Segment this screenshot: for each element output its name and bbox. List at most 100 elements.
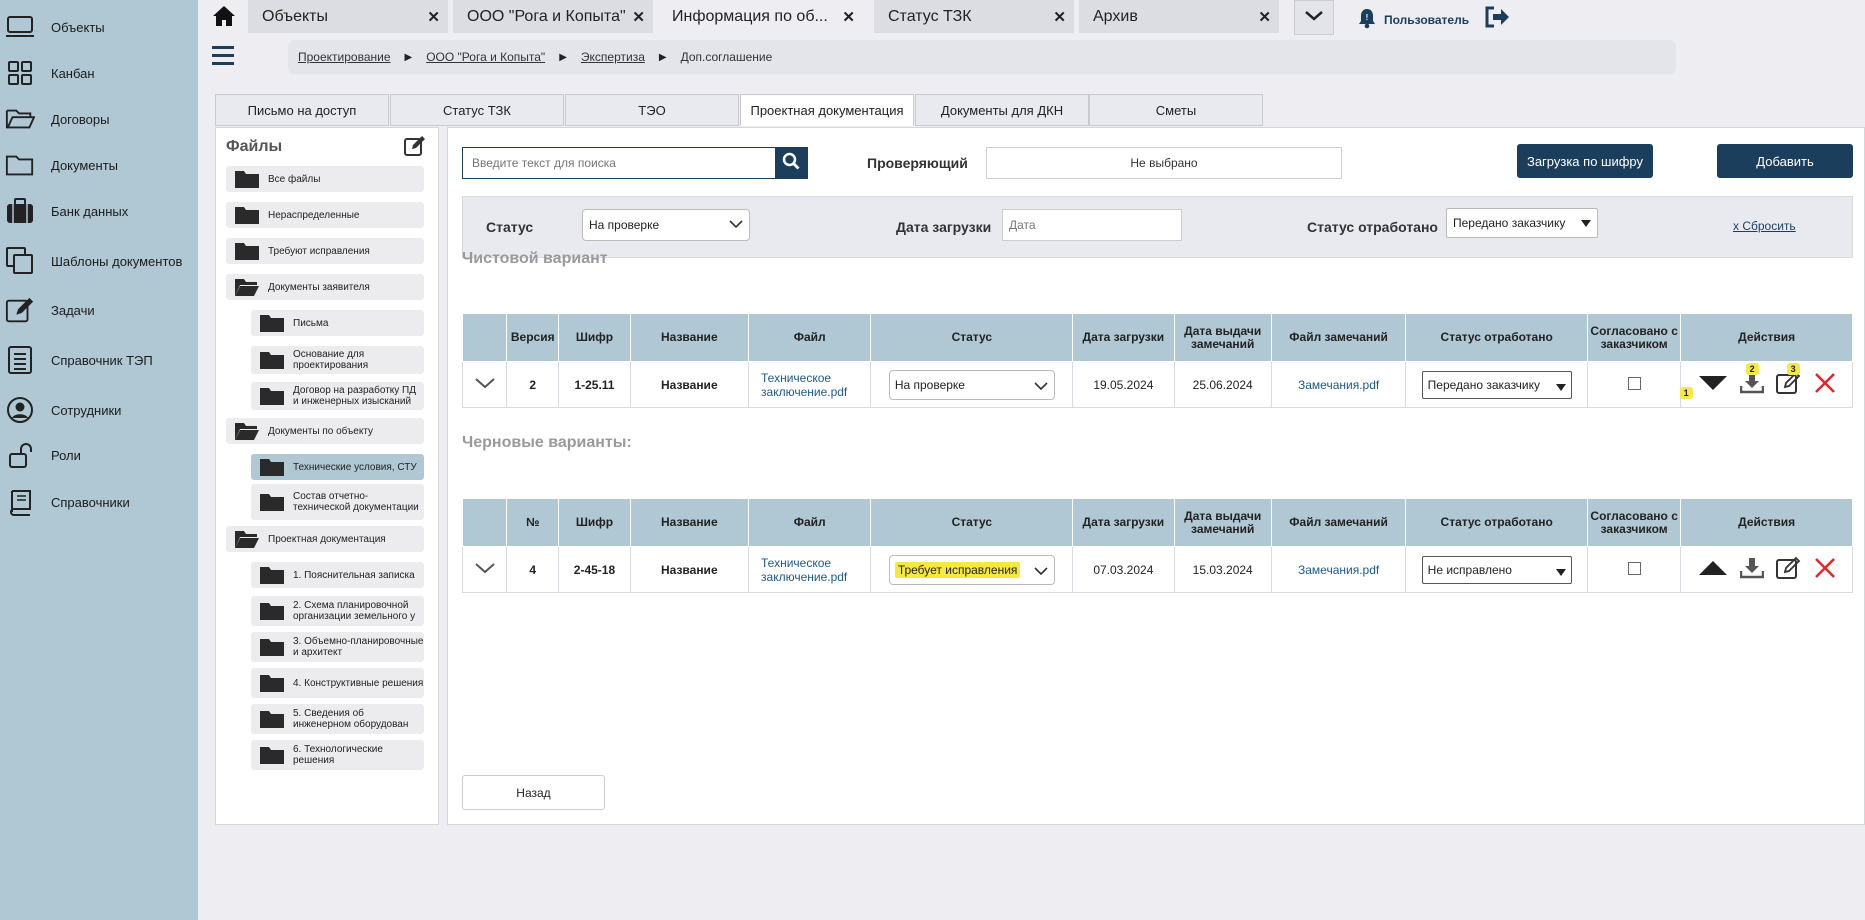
delete-icon[interactable] [1814,372,1836,397]
column-header: Дата загрузки [1072,498,1175,547]
tab-project-docs[interactable]: Проектная документация [740,94,914,126]
folder-item[interactable]: 6. Технологические решения [251,740,424,770]
reviewer-select[interactable]: Не выбрано [986,147,1342,179]
column-header: Шифр [558,313,631,362]
home-icon[interactable] [212,5,236,29]
collapse-up-icon[interactable] [1698,560,1728,579]
tab-tzk-status[interactable]: Статус ТЗК ✕ [874,0,1074,33]
folder-open-icon [5,104,35,134]
edit-icon[interactable] [1775,556,1802,583]
customer-approved-checkbox[interactable] [1627,561,1641,575]
edit-icon[interactable] [404,135,428,162]
worked-filter-select[interactable]: Передано заказчику [1446,208,1598,238]
sidebar-item-tep[interactable]: Справочник ТЭП [0,337,198,383]
name-cell: Название [629,361,750,408]
folder-item[interactable]: 5. Сведения об инженерном оборудован [251,704,424,734]
folder-item[interactable]: 4. Конструктивные решения [251,668,424,698]
close-icon[interactable]: ✕ [632,8,645,26]
folder-label: Договор на разработку ПД и инженерных из… [293,385,416,407]
folder-item[interactable]: 1. Пояснительная записка [251,562,424,588]
folder-item[interactable]: Договор на разработку ПД и инженерных из… [251,382,424,410]
close-icon[interactable]: ✕ [427,8,440,26]
close-icon[interactable]: ✕ [842,8,855,26]
tabs-more-button[interactable] [1294,0,1334,35]
breadcrumb-item[interactable]: Проектирование [298,50,391,64]
folder-label: Все файлы [268,173,321,185]
tab-teo[interactable]: ТЭО [565,94,739,126]
status-select[interactable]: Требует исправления [888,554,1055,585]
sidebar-item-tasks[interactable]: Задачи [0,287,198,333]
folder-label: Проектная документация [268,533,386,545]
folder-item[interactable]: Основание для проектирования [251,346,424,374]
upload-by-code-button[interactable]: Загрузка по шифру [1517,144,1653,178]
sidebar-item-employees[interactable]: Сотрудники [0,387,198,433]
collapse-down-icon[interactable]: 1 [1679,375,1728,399]
close-icon[interactable]: ✕ [1053,8,1066,26]
user-menu[interactable]: ! Пользователь [1358,7,1469,32]
expand-chevron-icon[interactable] [474,563,496,577]
tab-estimates[interactable]: Сметы [1089,94,1263,126]
folder-item[interactable]: Все файлы [226,166,424,192]
folder-icon [260,711,284,728]
back-button[interactable]: Назад [462,775,605,810]
file-link[interactable]: Техническое заключение.pdf [761,556,847,584]
worked-status-select[interactable]: Передано заказчику [1421,370,1572,399]
table-row: 4 2-45-18 Название Техническое заключени… [461,546,1853,593]
customer-approved-checkbox[interactable] [1627,376,1641,390]
file-link[interactable]: Техническое заключение.pdf [761,371,847,399]
search-input[interactable] [463,148,775,178]
folder-item[interactable]: Письма [251,310,424,336]
tab-tzk[interactable]: Статус ТЗК [390,94,564,126]
tab-dkn-docs[interactable]: Документы для ДКН [915,94,1089,126]
folder-item[interactable]: 3. Объемно-планировочные и архитект [251,632,424,662]
folder-item[interactable]: Нераспределенные [226,202,424,228]
expand-chevron-icon[interactable] [474,378,496,392]
folder-item[interactable]: 2. Схема планировочной организации земел… [251,596,424,626]
status-select[interactable]: На проверке [888,369,1055,400]
delete-icon[interactable] [1814,557,1836,582]
menu-icon[interactable] [212,46,234,70]
chevron-down-icon [1555,380,1566,394]
folder-item-selected[interactable]: Технические условия, СТУ [251,454,424,480]
status-filter-select[interactable]: На проверке [582,209,750,241]
tab-objects[interactable]: Объекты ✕ [248,0,448,33]
tab-object-info[interactable]: Информация по об... ✕ [658,0,863,33]
reset-filters-link[interactable]: х Сбросить [1733,195,1796,257]
sidebar-item-objects[interactable]: Объекты [0,4,198,50]
folder-item[interactable]: Документы заявителя [226,274,424,300]
clean-table: Версия Шифр Название Файл Статус Дата за… [461,313,1853,408]
remarks-file-link[interactable]: Замечания.pdf [1298,378,1379,392]
date-filter-input[interactable] [1002,209,1182,241]
sidebar-item-kanban[interactable]: Канбан [0,50,198,96]
edit-icon[interactable]: 3 [1775,363,1802,398]
add-button[interactable]: Добавить [1717,144,1853,178]
sidebar-item-references[interactable]: Справочники [0,479,198,525]
download-icon[interactable]: 2 [1739,363,1764,397]
logout-icon[interactable] [1484,5,1510,34]
badge-1: 1 [1679,387,1693,399]
sidebar-item-documents[interactable]: Документы [0,142,198,188]
sidebar-item-label: Справочники [51,494,130,510]
folder-item[interactable]: Проектная документация [226,526,424,552]
breadcrumb-item[interactable]: ООО "Рога и Копыта" [426,50,545,64]
tab-label: Информация по об... [672,7,828,25]
remarks-file-link[interactable]: Замечания.pdf [1298,563,1379,577]
files-panel: Файлы Все файлы Нераспределенные Требуют… [215,127,439,825]
sidebar-item-templates[interactable]: Шаблоны документов [0,238,198,284]
column-header: Файл замечаний [1270,498,1407,547]
close-icon[interactable]: ✕ [1258,8,1271,26]
download-icon[interactable] [1739,557,1764,582]
folder-item[interactable]: Требуют исправления [226,238,424,264]
remarks-date-cell: 15.03.2024 [1173,546,1272,593]
folder-item[interactable]: Состав отчетно-технической документации [251,484,424,520]
folder-item[interactable]: Документы по объекту [226,418,424,444]
tab-company[interactable]: ООО "Рога и Копыта" ✕ [453,0,653,33]
tab-access-letter[interactable]: Письмо на доступ [215,94,389,126]
worked-status-select[interactable]: Не исправлено [1421,555,1572,584]
sidebar-item-roles[interactable]: Роли [0,432,198,478]
tab-archive[interactable]: Архив ✕ [1079,0,1279,33]
sidebar-item-contracts[interactable]: Договоры [0,96,198,142]
search-button[interactable] [775,148,807,178]
breadcrumb-item[interactable]: Экспертиза [581,50,645,64]
sidebar-item-databank[interactable]: Банк данных [0,188,198,234]
